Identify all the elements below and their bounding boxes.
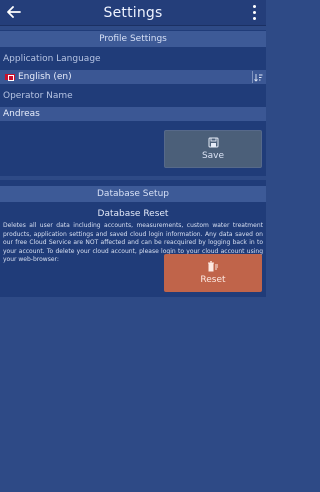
more-options-icon[interactable]: [250, 3, 258, 21]
operator-value: Andreas: [3, 109, 40, 119]
database-reset-title: Database Reset: [97, 209, 169, 219]
save-icon: [208, 137, 218, 148]
profile-section-header: Profile Settings: [0, 31, 266, 47]
save-button[interactable]: Save: [164, 130, 262, 168]
flag-icon: [5, 74, 15, 81]
language-select[interactable]: English (en): [0, 70, 266, 84]
save-label: Save: [201, 151, 225, 161]
delete-list-icon: [208, 261, 218, 272]
sort-icon[interactable]: [252, 71, 264, 83]
page-title: Settings: [103, 4, 163, 21]
language-label: Application Language: [3, 54, 101, 64]
database-section-header: Database Setup: [0, 186, 266, 202]
app-bar: Settings: [0, 0, 266, 26]
language-value: English (en): [18, 72, 72, 82]
operator-label: Operator Name: [3, 91, 73, 101]
reset-button[interactable]: Reset: [164, 254, 262, 292]
operator-name-input[interactable]: Andreas: [0, 107, 266, 121]
back-arrow-icon[interactable]: [4, 2, 24, 22]
reset-label: Reset: [200, 275, 226, 285]
